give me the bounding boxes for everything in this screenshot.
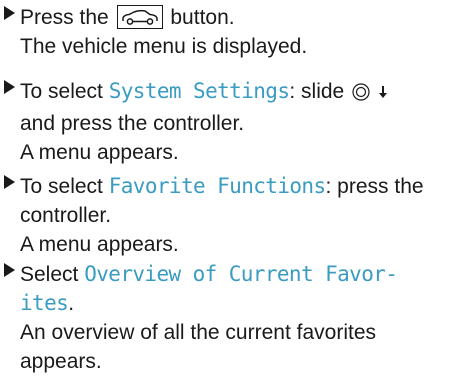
step-3-text-a: To select: [20, 175, 109, 198]
instruction-step-1: Press the button. The vehicle menu is di…: [0, 3, 307, 61]
instruction-page: Press the button. The vehicle menu is di…: [0, 0, 465, 373]
step-1-text-b: button.: [164, 6, 235, 29]
instruction-step-3: To select Favorite Functions: press the …: [0, 172, 424, 259]
step-1-result: The vehicle menu is displayed.: [20, 35, 308, 58]
step-4-line-2: ites.: [20, 289, 397, 318]
step-4-result-line-2: appears.: [20, 350, 102, 373]
step-marker-icon: [4, 80, 15, 94]
menu-term-continuation: ites: [20, 291, 69, 315]
menu-term-system-settings: System Settings: [108, 79, 290, 103]
step-4-period: .: [68, 292, 75, 315]
step-3-line-2: controller.: [20, 204, 112, 227]
arrow-down-icon: [378, 78, 388, 107]
instruction-step-2: To select System Settings: slide and pre…: [0, 77, 388, 167]
step-3-line-1: To select Favorite Functions: press the: [20, 172, 424, 201]
step-4-text-a: Select: [20, 263, 85, 286]
instruction-step-4: Select Overview of Current Favor- ites. …: [0, 260, 398, 376]
step-marker-icon: [4, 263, 15, 277]
step-marker-icon: [4, 175, 15, 189]
step-2-result: A menu appears.: [20, 141, 179, 164]
step-1-text-a: Press the: [20, 6, 115, 29]
step-2-text-b: : slide: [289, 80, 351, 103]
step-3-text-b: : press the: [325, 175, 424, 198]
step-2-line-1: To select System Settings: slide: [20, 77, 388, 109]
menu-term-favorite-functions: Favorite Functions: [108, 174, 326, 198]
step-2-text-a: To select: [20, 80, 109, 103]
step-1-line-1: Press the button.: [20, 3, 307, 32]
step-marker-icon: [4, 6, 15, 20]
step-4-result-line-1: An overview of all the current favorites: [20, 321, 376, 344]
step-2-line-2: and press the controller.: [20, 112, 245, 135]
step-4-line-1: Select Overview of Current Favor-: [20, 260, 398, 289]
controller-icon: [352, 80, 370, 109]
menu-term-overview-current-favorites: Overview of Current Favor-: [84, 262, 398, 286]
step-3-result: A menu appears.: [20, 233, 179, 256]
car-icon: [116, 5, 163, 29]
